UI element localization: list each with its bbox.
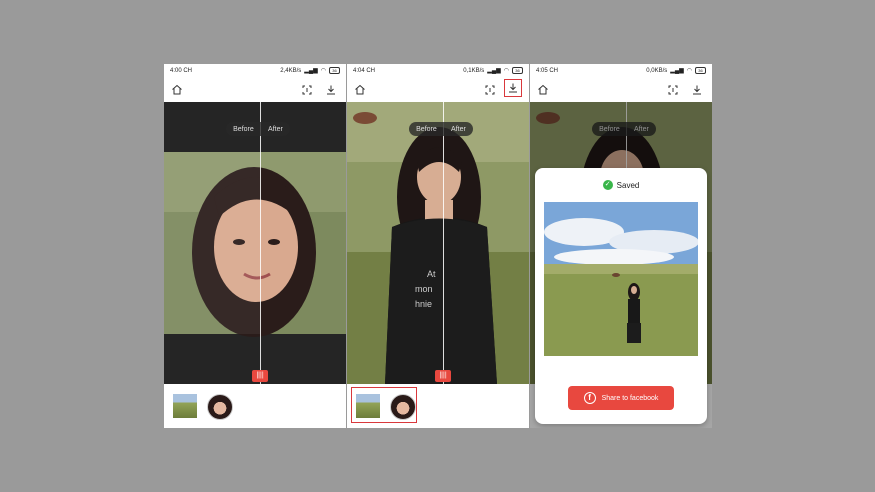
status-time: 4:00 CH — [170, 67, 193, 74]
landscape-thumbnail[interactable] — [173, 394, 197, 418]
svg-text:At: At — [427, 269, 436, 279]
before-after-toggle[interactable]: Before After — [226, 122, 290, 136]
face-thumbnail[interactable] — [390, 394, 416, 420]
screen-3: 4:05 CH 0,0KB/s ▂▄▆ ◠ 36 Before After ✓ … — [530, 64, 712, 428]
before-label: Before — [233, 125, 254, 133]
toolbar — [164, 77, 346, 102]
crop-icon[interactable] — [300, 83, 314, 97]
download-icon[interactable] — [504, 79, 522, 97]
svg-text:hnie: hnie — [415, 299, 432, 309]
network-speed: 0,1KB/s — [463, 67, 485, 74]
facebook-icon: f — [583, 392, 596, 404]
landscape-thumbnail[interactable] — [356, 394, 380, 418]
network-speed: 2,4KB/s — [280, 67, 302, 74]
after-label: After — [268, 125, 283, 133]
status-time: 4:05 CH — [536, 67, 559, 74]
home-icon[interactable] — [536, 83, 550, 97]
signal-icon: ▂▄▆ — [670, 68, 684, 74]
face-thumbnail[interactable] — [207, 394, 233, 420]
split-handle[interactable]: |||| — [252, 370, 268, 382]
battery-icon: 36 — [329, 67, 340, 74]
saved-dialog: ✓ Saved f Share to facebook — [535, 168, 707, 424]
thumbnail-strip — [347, 384, 529, 428]
after-label: After — [451, 125, 466, 133]
girl-in-field-photo: At mon hnie — [347, 102, 529, 384]
signal-icon: ▂▄▆ — [304, 68, 318, 74]
share-label: Share to facebook — [601, 394, 659, 402]
network-speed: 0,0KB/s — [646, 67, 668, 74]
status-time: 4:04 CH — [353, 67, 376, 74]
saved-photo-preview — [544, 202, 698, 356]
signal-icon: ▂▄▆ — [487, 68, 501, 74]
crop-icon[interactable] — [483, 83, 497, 97]
saved-label: Saved — [616, 180, 640, 190]
status-bar: 4:00 CH 2,4KB/s ▂▄▆ ◠ 36 — [164, 64, 346, 77]
share-facebook-button[interactable]: f Share to facebook — [568, 386, 674, 410]
home-icon[interactable] — [170, 83, 184, 97]
download-icon[interactable] — [324, 83, 338, 97]
compare-viewer[interactable]: Before After |||| — [164, 102, 346, 384]
compare-viewer[interactable]: At mon hnie Before After |||| — [347, 102, 529, 384]
split-line — [443, 102, 444, 384]
crop-icon[interactable] — [666, 83, 680, 97]
download-icon[interactable] — [690, 83, 704, 97]
split-line — [260, 102, 261, 384]
toolbar — [347, 77, 529, 102]
screen-1: 4:00 CH 2,4KB/s ▂▄▆ ◠ 36 Before After || — [164, 64, 346, 428]
check-icon: ✓ — [602, 180, 613, 190]
saved-heading: ✓ Saved — [535, 180, 707, 190]
svg-text:mon: mon — [415, 284, 433, 294]
split-handle[interactable]: |||| — [435, 370, 451, 382]
wifi-icon: ◠ — [320, 68, 326, 74]
home-icon[interactable] — [353, 83, 367, 97]
before-label: Before — [416, 125, 437, 133]
battery-icon: 36 — [512, 67, 523, 74]
thumbnail-strip — [164, 384, 346, 428]
before-after-toggle[interactable]: Before After — [409, 122, 473, 136]
screen-2: 4:04 CH 0,1KB/s ▂▄▆ ◠ 36 At mon hnie Bef… — [347, 64, 529, 428]
wifi-icon: ◠ — [503, 68, 509, 74]
wifi-icon: ◠ — [686, 68, 692, 74]
face-photo — [164, 102, 346, 384]
status-bar: 4:04 CH 0,1KB/s ▂▄▆ ◠ 36 — [347, 64, 529, 77]
toolbar — [530, 77, 712, 102]
status-bar: 4:05 CH 0,0KB/s ▂▄▆ ◠ 36 — [530, 64, 712, 77]
battery-icon: 36 — [695, 67, 706, 74]
